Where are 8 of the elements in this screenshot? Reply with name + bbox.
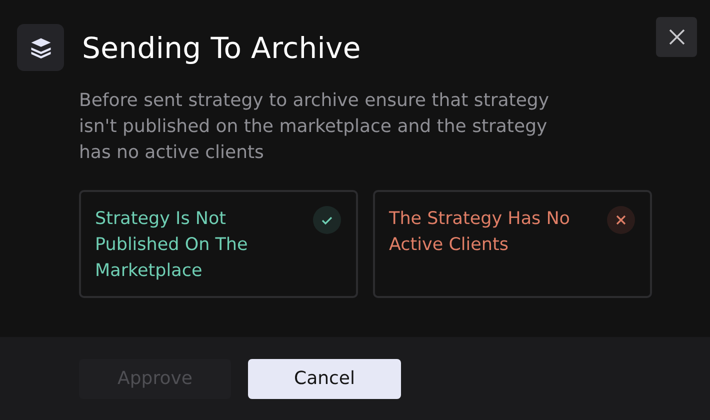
condition-label: The Strategy Has No Active Clients — [389, 208, 572, 257]
close-button[interactable] — [656, 17, 697, 57]
dialog-description: Before sent strategy to archive ensure that strategy isn't published on the marketplace and the strategy has no active clients — [79, 89, 550, 165]
close-icon — [668, 28, 686, 46]
condition-label: Strategy Is Not Published On The Marketplace — [95, 208, 249, 283]
cancel-button[interactable]: Cancel — [248, 358, 401, 398]
dialog-title: Sending To Archive — [82, 30, 362, 64]
layers-icon — [17, 24, 64, 71]
